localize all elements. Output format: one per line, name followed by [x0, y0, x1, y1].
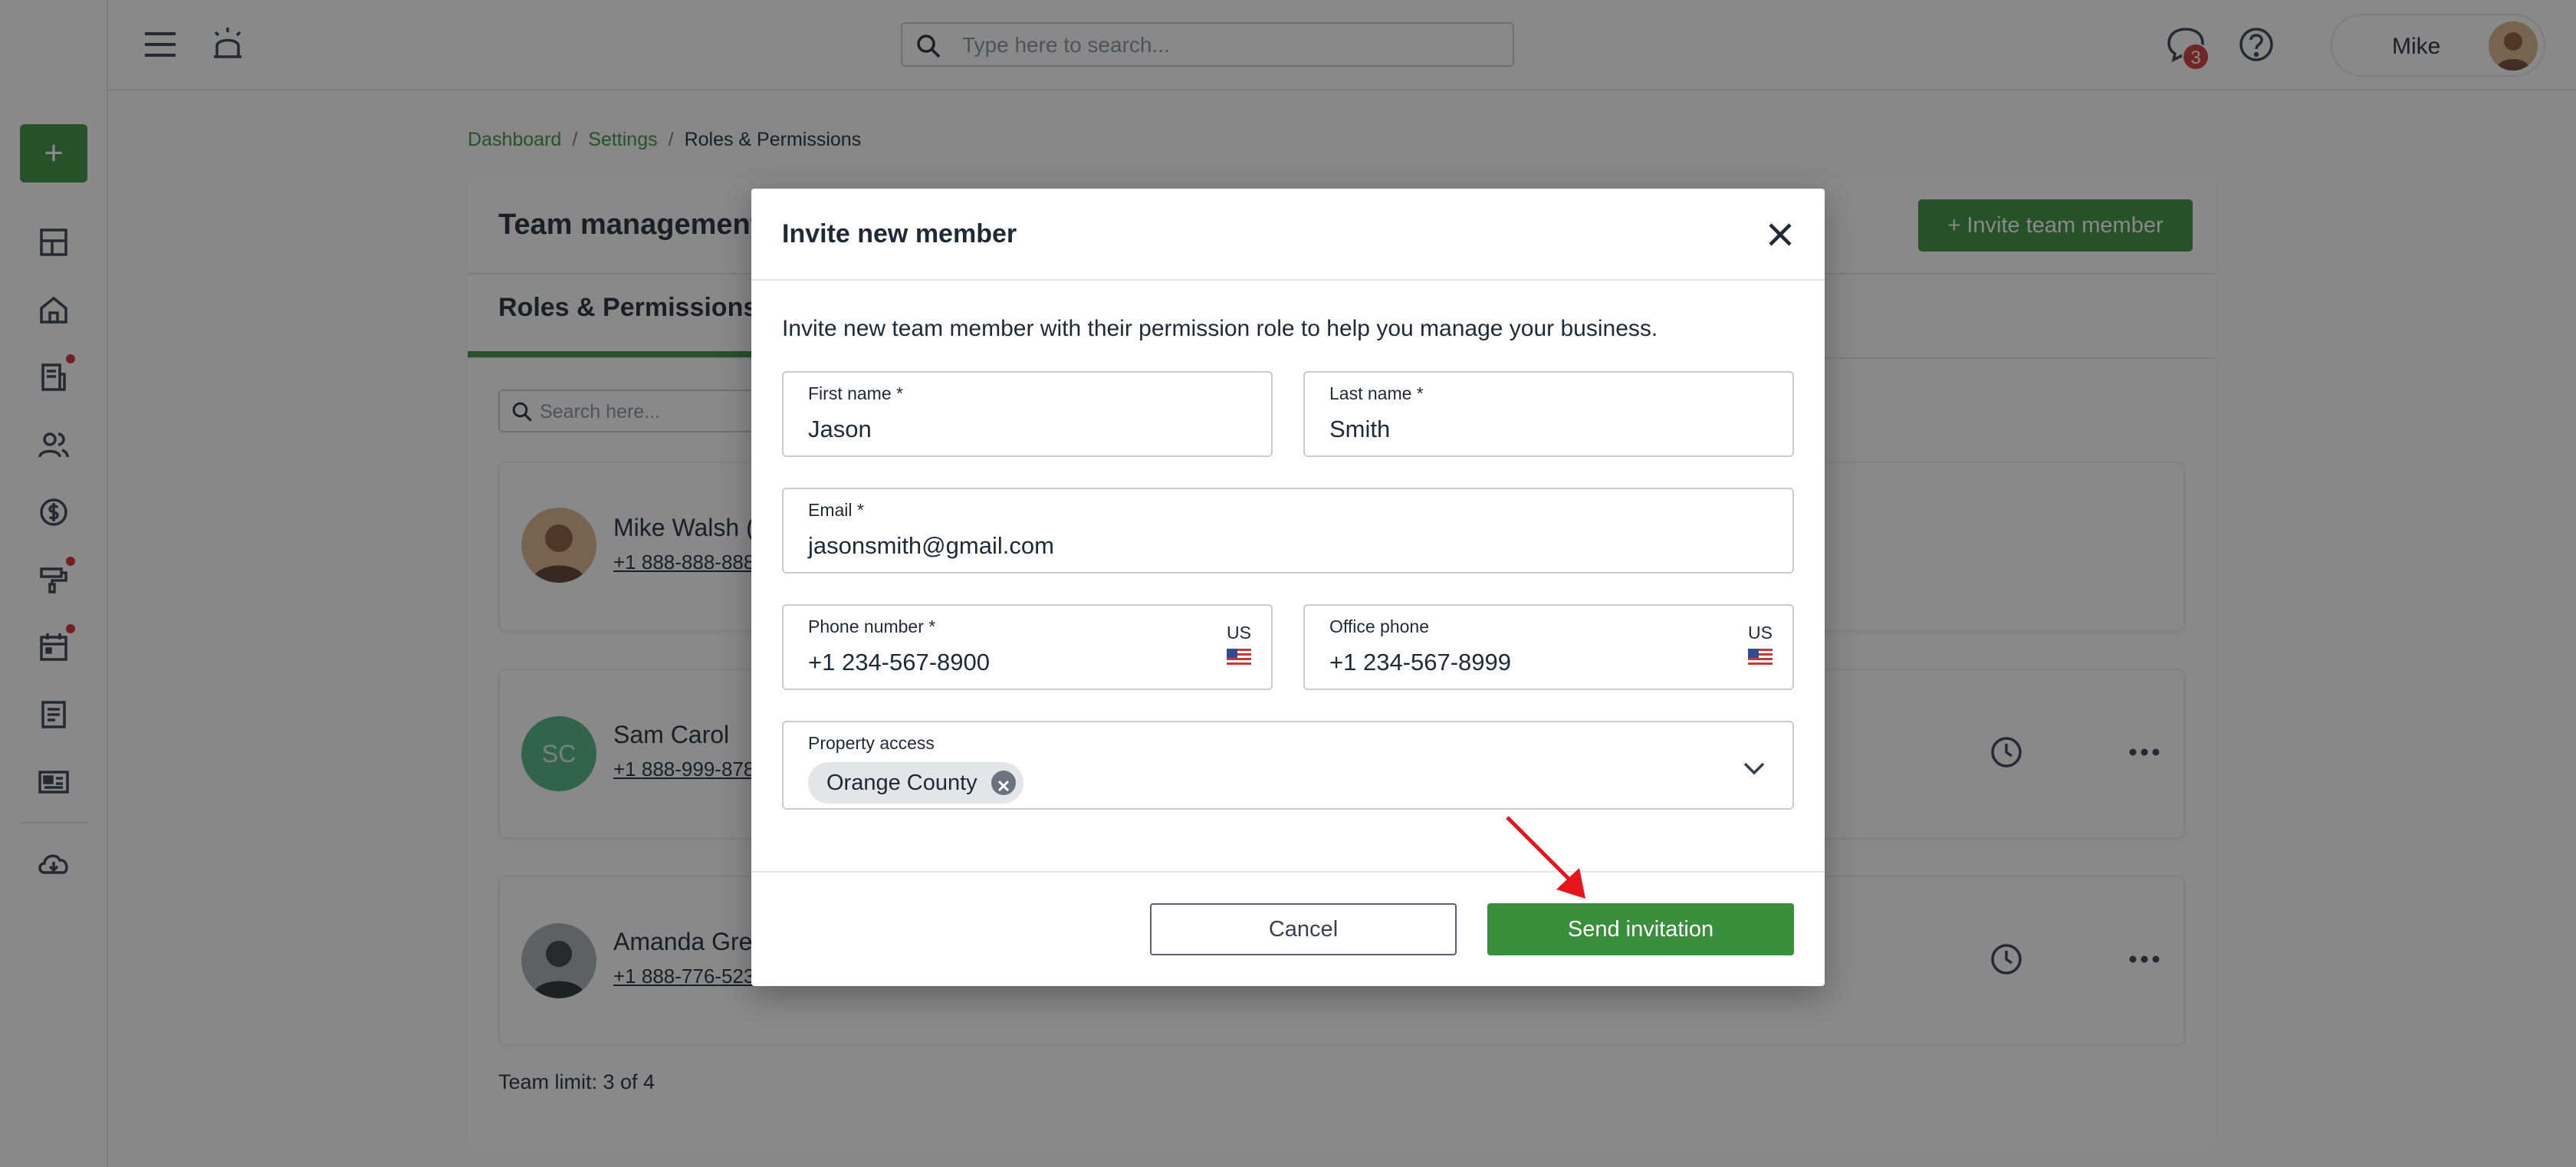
remove-chip-icon[interactable] — [991, 771, 1016, 795]
annotation-arrow-icon — [1506, 816, 1585, 899]
phone-country-code[interactable]: US — [1225, 623, 1253, 643]
us-flag-icon[interactable] — [1748, 649, 1773, 667]
property-chip-label: Orange County — [826, 771, 978, 795]
send-invitation-button[interactable]: Send invitation — [1487, 903, 1794, 955]
phone-number-field[interactable]: Phone number * +1 234-567-8900 US — [782, 604, 1273, 690]
invite-member-modal: Invite new member Invite new team member… — [751, 189, 1825, 986]
email-value[interactable]: jasonsmith@gmail.com — [808, 532, 1054, 560]
close-icon[interactable] — [1763, 218, 1797, 251]
last-name-value[interactable]: Smith — [1329, 416, 1390, 443]
modal-footer-divider — [751, 871, 1825, 873]
office-phone-value[interactable]: +1 234-567-8999 — [1329, 649, 1511, 676]
modal-divider — [751, 279, 1825, 281]
last-name-label: Last name * — [1329, 383, 1424, 403]
property-access-select[interactable]: Property access Orange County — [782, 721, 1794, 810]
first-name-field[interactable]: First name * Jason — [782, 371, 1273, 457]
office-phone-country-code[interactable]: US — [1746, 623, 1774, 643]
phone-number-value[interactable]: +1 234-567-8900 — [808, 649, 990, 676]
us-flag-icon[interactable] — [1227, 649, 1251, 667]
email-label: Email * — [808, 500, 864, 520]
modal-description: Invite new team member with their permis… — [782, 316, 1658, 341]
cancel-button[interactable]: Cancel — [1150, 903, 1457, 955]
last-name-field[interactable]: Last name * Smith — [1303, 371, 1794, 457]
phone-number-label: Phone number * — [808, 616, 936, 636]
email-field[interactable]: Email * jasonsmith@gmail.com — [782, 488, 1794, 574]
first-name-label: First name * — [808, 383, 903, 403]
office-phone-field[interactable]: Office phone +1 234-567-8999 US — [1303, 604, 1794, 690]
office-phone-label: Office phone — [1329, 616, 1430, 636]
property-access-label: Property access — [808, 733, 935, 753]
property-chip: Orange County — [808, 762, 1024, 804]
modal-title: Invite new member — [782, 219, 1017, 248]
first-name-value[interactable]: Jason — [808, 416, 872, 443]
chevron-down-icon[interactable] — [1739, 753, 1769, 784]
